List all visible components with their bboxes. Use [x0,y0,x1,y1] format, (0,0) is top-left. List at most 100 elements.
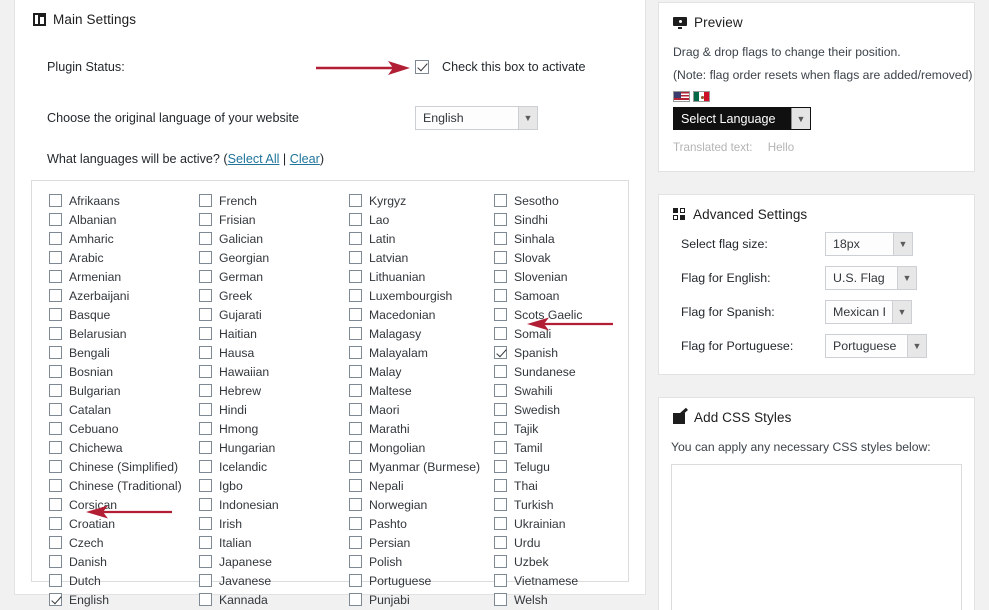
language-item[interactable]: Somali [494,324,622,343]
language-checkbox-pashto[interactable] [349,517,362,530]
language-item[interactable]: Portuguese [349,571,477,590]
language-item[interactable]: Hawaiian [199,362,332,381]
language-checkbox-czech[interactable] [49,536,62,549]
language-checkbox-arabic[interactable] [49,251,62,264]
language-checkbox-english[interactable] [49,593,62,606]
language-checkbox-hmong[interactable] [199,422,212,435]
language-item[interactable]: French [199,191,332,210]
language-item[interactable]: Scots Gaelic [494,305,622,324]
language-item[interactable]: Hausa [199,343,332,362]
language-checkbox-hawaiian[interactable] [199,365,212,378]
language-item[interactable]: Sesotho [494,191,622,210]
language-item[interactable]: Slovenian [494,267,622,286]
language-checkbox-icelandic[interactable] [199,460,212,473]
language-checkbox-welsh[interactable] [494,593,507,606]
language-item[interactable]: Thai [494,476,622,495]
language-checkbox-kyrgyz[interactable] [349,194,362,207]
language-item[interactable]: Frisian [199,210,332,229]
language-checkbox-georgian[interactable] [199,251,212,264]
language-checkbox-malayalam[interactable] [349,346,362,359]
language-item[interactable]: Lithuanian [349,267,477,286]
language-item[interactable]: Tajik [494,419,622,438]
us-flag-icon[interactable] [673,91,690,102]
language-checkbox-javanese[interactable] [199,574,212,587]
language-item[interactable]: Latvian [349,248,477,267]
advanced-setting-select[interactable]: Portuguese Flag [825,334,927,358]
language-checkbox-myanmar-burmese[interactable] [349,460,362,473]
language-item[interactable]: Italian [199,533,332,552]
language-item[interactable]: Catalan [49,400,182,419]
language-item[interactable]: Galician [199,229,332,248]
language-item[interactable]: Belarusian [49,324,182,343]
language-checkbox-italian[interactable] [199,536,212,549]
language-checkbox-swahili[interactable] [494,384,507,397]
language-item[interactable]: German [199,267,332,286]
language-checkbox-thai[interactable] [494,479,507,492]
language-item[interactable]: Tamil [494,438,622,457]
language-item[interactable]: Armenian [49,267,182,286]
language-item[interactable]: Bulgarian [49,381,182,400]
language-checkbox-malagasy[interactable] [349,327,362,340]
language-item[interactable]: Amharic [49,229,182,248]
language-checkbox-kannada[interactable] [199,593,212,606]
language-checkbox-maltese[interactable] [349,384,362,397]
language-checkbox-azerbaijani[interactable] [49,289,62,302]
language-checkbox-urdu[interactable] [494,536,507,549]
language-item[interactable]: Bosnian [49,362,182,381]
language-checkbox-japanese[interactable] [199,555,212,568]
language-checkbox-latvian[interactable] [349,251,362,264]
language-checkbox-slovak[interactable] [494,251,507,264]
language-item[interactable]: Irish [199,514,332,533]
language-item[interactable]: Afrikaans [49,191,182,210]
language-checkbox-cebuano[interactable] [49,422,62,435]
language-item[interactable]: Polish [349,552,477,571]
language-checkbox-turkish[interactable] [494,498,507,511]
language-checkbox-scots-gaelic[interactable] [494,308,507,321]
language-item[interactable]: Malagasy [349,324,477,343]
language-item[interactable]: Haitian [199,324,332,343]
language-checkbox-somali[interactable] [494,327,507,340]
language-checkbox-frisian[interactable] [199,213,212,226]
select-all-link[interactable]: Select All [228,152,280,166]
language-item[interactable]: Luxembourgish [349,286,477,305]
language-item[interactable]: Basque [49,305,182,324]
language-item[interactable]: Danish [49,552,182,571]
language-item[interactable]: Hindi [199,400,332,419]
language-checkbox-danish[interactable] [49,555,62,568]
language-checkbox-lithuanian[interactable] [349,270,362,283]
advanced-setting-select[interactable]: Mexican Flag [825,300,912,324]
language-checkbox-chinese-traditional[interactable] [49,479,62,492]
language-checkbox-macedonian[interactable] [349,308,362,321]
language-item[interactable]: Croatian [49,514,182,533]
language-item[interactable]: Nepali [349,476,477,495]
language-checkbox-gujarati[interactable] [199,308,212,321]
language-checkbox-maori[interactable] [349,403,362,416]
language-item[interactable]: Norwegian [349,495,477,514]
language-checkbox-bulgarian[interactable] [49,384,62,397]
language-checkbox-vietnamese[interactable] [494,574,507,587]
language-item[interactable]: Welsh [494,590,622,609]
language-checkbox-tamil[interactable] [494,441,507,454]
language-item[interactable]: Mongolian [349,438,477,457]
language-item[interactable]: Georgian [199,248,332,267]
language-checkbox-sundanese[interactable] [494,365,507,378]
language-checkbox-german[interactable] [199,270,212,283]
language-item[interactable]: Urdu [494,533,622,552]
language-item[interactable]: Macedonian [349,305,477,324]
language-item[interactable]: Lao [349,210,477,229]
language-checkbox-portuguese[interactable] [349,574,362,587]
language-checkbox-haitian[interactable] [199,327,212,340]
language-item[interactable]: Azerbaijani [49,286,182,305]
language-checkbox-malay[interactable] [349,365,362,378]
language-checkbox-chichewa[interactable] [49,441,62,454]
language-item[interactable]: Latin [349,229,477,248]
language-item[interactable]: Swahili [494,381,622,400]
language-checkbox-catalan[interactable] [49,403,62,416]
language-checkbox-swedish[interactable] [494,403,507,416]
language-item[interactable]: Czech [49,533,182,552]
language-item[interactable]: Hungarian [199,438,332,457]
language-item[interactable]: Sundanese [494,362,622,381]
language-checkbox-mongolian[interactable] [349,441,362,454]
language-checkbox-albanian[interactable] [49,213,62,226]
language-item[interactable]: Greek [199,286,332,305]
